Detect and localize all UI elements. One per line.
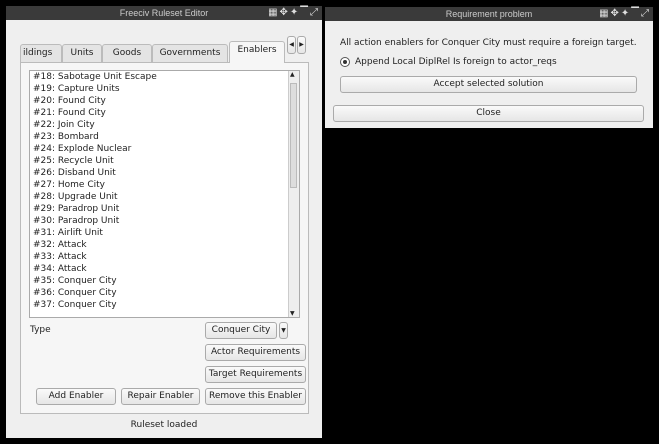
list-item[interactable]: #31: Airlift Unit xyxy=(30,227,299,239)
type-label: Type xyxy=(30,325,51,335)
list-item[interactable]: #22: Join City xyxy=(30,119,299,131)
enabler-list[interactable]: #18: Sabotage Unit Escape #19: Capture Un… xyxy=(29,70,300,318)
list-item[interactable]: #35: Conquer City xyxy=(30,275,299,287)
enablers-panel: #18: Sabotage Unit Escape #19: Capture Un… xyxy=(20,62,309,414)
close-button[interactable]: Close xyxy=(333,105,644,122)
window-controls-icon[interactable]: ▦✥✦▔⤢ xyxy=(268,7,320,19)
repair-enabler-button[interactable]: Repair Enabler xyxy=(121,388,200,405)
list-item[interactable]: #21: Found City xyxy=(30,107,299,119)
radio-selected-icon[interactable] xyxy=(340,57,350,67)
list-item[interactable]: #18: Sabotage Unit Escape xyxy=(30,71,299,83)
list-item[interactable]: #25: Recycle Unit xyxy=(30,155,299,167)
tab-units[interactable]: Units xyxy=(62,44,102,62)
problem-message: All action enablers for Conquer City mus… xyxy=(340,38,637,48)
list-item[interactable]: #36: Conquer City xyxy=(30,287,299,299)
list-item[interactable]: #30: Paradrop Unit xyxy=(30,215,299,227)
window-title: Freeciv Ruleset Editor xyxy=(119,8,209,18)
solution-option[interactable]: Append Local DiplRel Is foreign to actor… xyxy=(340,57,557,67)
list-item[interactable]: #19: Capture Units xyxy=(30,83,299,95)
tab-scroll-right-button[interactable]: ▶ xyxy=(297,36,306,54)
requirement-problem-dialog: Requirement problem ▦✥✦▔⤢ All action enab… xyxy=(325,7,653,128)
tab-buildings[interactable]: ildings xyxy=(20,44,62,62)
tab-scroll-left-button[interactable]: ◀ xyxy=(287,36,296,54)
status-bar: Ruleset loaded xyxy=(130,420,198,430)
scrollbar[interactable]: ▲ ▼ xyxy=(288,71,299,317)
list-item[interactable]: #32: Attack xyxy=(30,239,299,251)
target-requirements-button[interactable]: Target Requirements xyxy=(205,366,306,383)
list-item[interactable]: #37: Conquer City xyxy=(30,299,299,311)
remove-enabler-button[interactable]: Remove this Enabler xyxy=(205,388,306,405)
list-item[interactable]: #29: Paradrop Unit xyxy=(30,203,299,215)
actor-requirements-button[interactable]: Actor Requirements xyxy=(205,344,306,361)
accept-solution-button[interactable]: Accept selected solution xyxy=(340,76,637,93)
list-item[interactable]: #20: Found City xyxy=(30,95,299,107)
list-item[interactable]: #27: Home City xyxy=(30,179,299,191)
list-item[interactable]: #24: Explode Nuclear xyxy=(30,143,299,155)
scrollbar-thumb[interactable] xyxy=(290,83,297,188)
list-item[interactable]: #34: Attack xyxy=(30,263,299,275)
list-item[interactable]: #23: Bombard xyxy=(30,131,299,143)
ruleset-editor-window: Freeciv Ruleset Editor ▦✥✦▔⤢ ildings Unit… xyxy=(6,6,322,438)
scroll-up-icon[interactable]: ▲ xyxy=(290,71,295,78)
list-item[interactable]: #28: Upgrade Unit xyxy=(30,191,299,203)
scroll-down-icon[interactable]: ▼ xyxy=(290,310,295,317)
title-bar[interactable]: Requirement problem ▦✥✦▔⤢ xyxy=(325,7,653,21)
add-enabler-button[interactable]: Add Enabler xyxy=(36,388,116,405)
chevron-down-icon[interactable]: ▼ xyxy=(279,322,288,339)
title-bar[interactable]: Freeciv Ruleset Editor ▦✥✦▔⤢ xyxy=(6,6,322,20)
list-item[interactable]: #26: Disband Unit xyxy=(30,167,299,179)
solution-label: Append Local DiplRel Is foreign to actor… xyxy=(355,57,557,67)
tab-goods[interactable]: Goods xyxy=(102,44,152,62)
window-controls-icon[interactable]: ▦✥✦▔⤢ xyxy=(599,8,651,20)
tab-enablers[interactable]: Enablers xyxy=(229,41,285,63)
type-dropdown[interactable]: Conquer City xyxy=(205,322,277,339)
list-item[interactable]: #33: Attack xyxy=(30,251,299,263)
dialog-title: Requirement problem xyxy=(445,9,533,19)
tab-governments[interactable]: Governments xyxy=(152,44,228,62)
